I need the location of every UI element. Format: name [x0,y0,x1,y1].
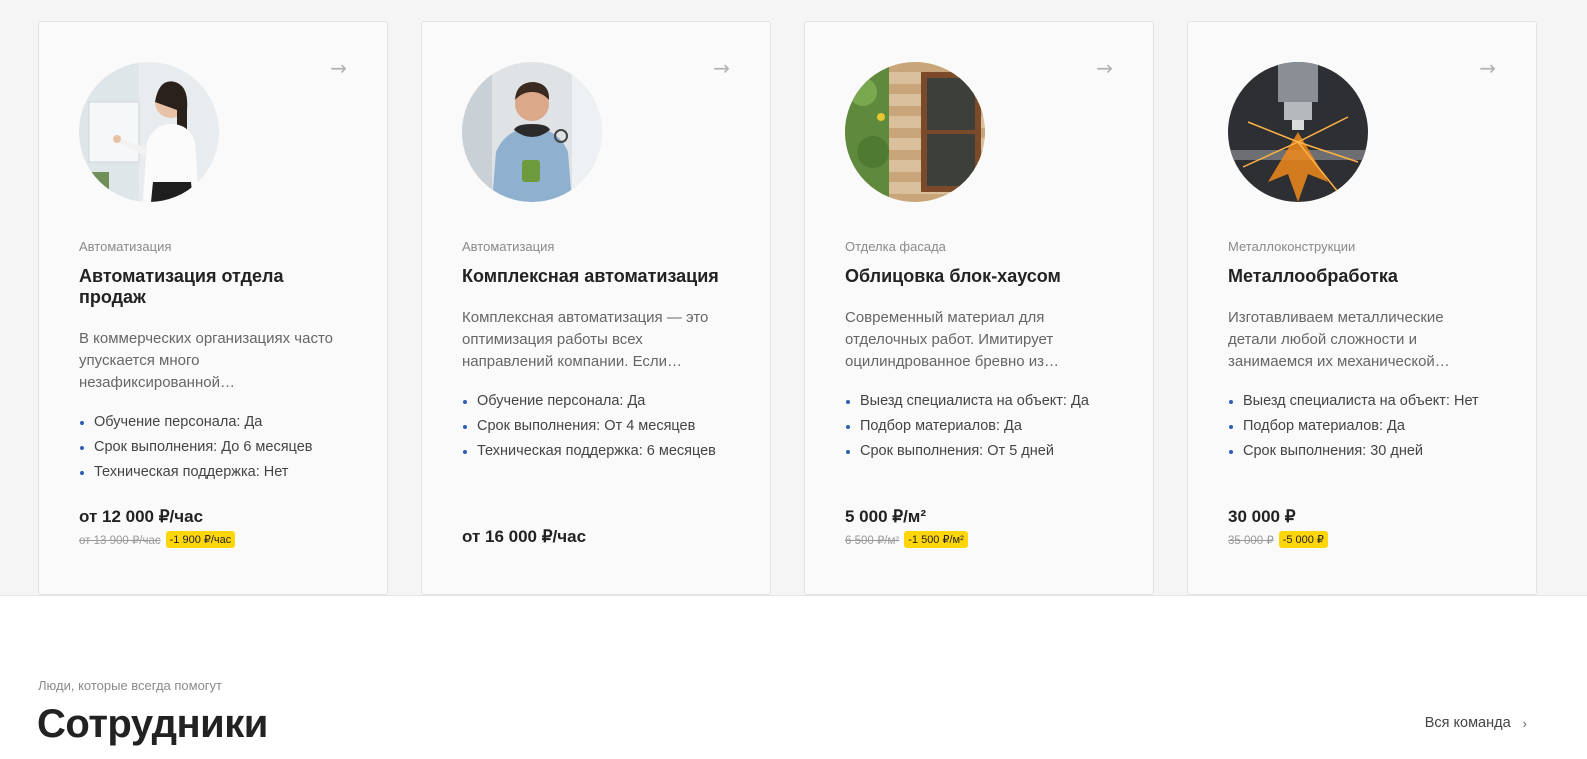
property-item: Срок выполнения: До 6 месяцев [79,437,347,457]
service-image[interactable] [845,62,985,202]
price-block: от 16 000 ₽/час [462,527,586,547]
old-price: 6 500 ₽/м² [845,534,900,547]
price-block: от 12 000 ₽/час от 13 900 ₽/час -1 900 ₽… [79,507,236,548]
service-category: Автоматизация [462,239,555,254]
service-image[interactable] [79,62,219,202]
price: 30 000 ₽ [1228,507,1296,526]
service-title[interactable]: Металлообработка [1228,266,1496,287]
price-block: 30 000 ₽ 35 000 ₽ -5 000 ₽ [1228,507,1328,548]
service-description: Изготавливаем металлические детали любой… [1228,309,1450,370]
arrow-right-icon[interactable]: → [1479,56,1496,80]
service-title[interactable]: Облицовка блок-хаусом [845,266,1113,287]
property-item: Техническая поддержка: Нет [79,462,347,482]
property-item: Обучение персонала: Да [462,391,730,411]
service-properties: Обучение персонала: Да Срок выполнения: … [462,391,730,461]
all-team-label[interactable]: Вся команда [1425,715,1511,731]
old-price: от 13 900 ₽/час [79,534,161,547]
discount-badge: -1 900 ₽/час [165,531,236,548]
property-item: Срок выполнения: 30 дней [1228,441,1496,461]
chevron-right-icon[interactable]: › [1523,716,1527,731]
property-item: Срок выполнения: От 4 месяцев [462,416,730,436]
old-price: 35 000 ₽ [1228,534,1274,547]
property-item: Техническая поддержка: 6 месяцев [462,441,730,461]
section-subtitle: Люди, которые всегда помогут [38,678,223,693]
price-block: 5 000 ₽/м² 6 500 ₽/м² -1 500 ₽/м² [845,507,968,548]
service-image[interactable] [1228,62,1368,202]
service-description: Современный материал для отделочных рабо… [845,309,1060,370]
service-card[interactable]: → Автоматизация Автоматизация отдела про… [38,21,388,595]
arrow-right-icon[interactable]: → [713,56,730,80]
service-card[interactable]: → Отделка фасада Облицовка блок-хаусом С… [804,21,1154,595]
service-card[interactable]: → Металлоконструкции Металлообработка Из… [1187,21,1537,595]
property-item: Выезд специалиста на объект: Да [845,391,1113,411]
service-category: Отделка фасада [845,239,946,254]
arrow-right-icon[interactable]: → [330,56,347,80]
price: 5 000 ₽/м² [845,507,927,526]
service-properties: Выезд специалиста на объект: Нет Подбор … [1228,391,1496,461]
discount-badge: -5 000 ₽ [1278,531,1328,548]
service-description: Комплексная автоматизация — это оптимиза… [462,309,709,370]
price: от 12 000 ₽/час [79,507,204,526]
service-title[interactable]: Комплексная автоматизация [462,266,730,287]
property-item: Выезд специалиста на объект: Нет [1228,391,1496,411]
service-title[interactable]: Автоматизация отдела продаж [79,266,347,308]
property-item: Срок выполнения: От 5 дней [845,441,1113,461]
services-cards: → Автоматизация Автоматизация отдела про… [38,21,1537,595]
price: от 16 000 ₽/час [462,527,587,546]
service-description: В коммерческих организациях часто упуска… [79,330,334,391]
service-card[interactable]: → Автоматизация Комплексная автоматизаци… [421,21,771,595]
service-properties: Обучение персонала: Да Срок выполнения: … [79,412,347,482]
property-item: Подбор материалов: Да [1228,416,1496,436]
discount-badge: -1 500 ₽/м² [904,531,968,548]
service-category: Металлоконструкции [1228,239,1356,254]
service-properties: Выезд специалиста на объект: Да Подбор м… [845,391,1113,461]
all-team-link[interactable]: Вся команда › [1425,715,1527,731]
property-item: Обучение персонала: Да [79,412,347,432]
service-category: Автоматизация [79,239,172,254]
service-image[interactable] [462,62,602,202]
property-item: Подбор материалов: Да [845,416,1113,436]
section-title: Сотрудники [37,702,268,746]
arrow-right-icon[interactable]: → [1096,56,1113,80]
